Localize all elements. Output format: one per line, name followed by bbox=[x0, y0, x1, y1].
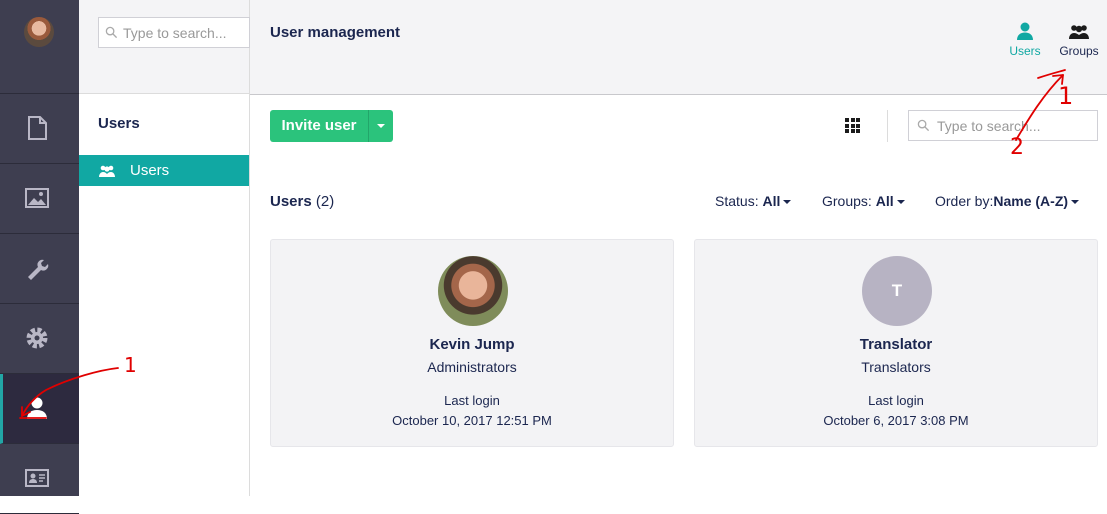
tab-groups[interactable]: Groups bbox=[1055, 22, 1103, 58]
user-group: Administrators bbox=[427, 359, 517, 375]
order-by-filter[interactable]: Order by:Name (A-Z) bbox=[935, 193, 1080, 209]
user-name: Translator bbox=[859, 336, 933, 353]
chevron-down-icon bbox=[783, 200, 792, 205]
user-search-input[interactable] bbox=[937, 116, 1093, 136]
section-rail bbox=[0, 0, 79, 514]
rail-item-members[interactable] bbox=[0, 444, 79, 514]
groups-filter[interactable]: Groups: All bbox=[822, 193, 905, 209]
groups-filter-value: All bbox=[875, 193, 894, 209]
users-group-icon bbox=[99, 165, 115, 177]
chevron-down-icon bbox=[1071, 200, 1080, 205]
list-title: Users (2) bbox=[270, 193, 334, 210]
grid-view-toggle[interactable] bbox=[845, 118, 860, 133]
search-icon bbox=[917, 119, 930, 132]
rail-item-settings[interactable] bbox=[0, 234, 79, 304]
image-icon bbox=[25, 188, 49, 208]
status-filter-value: All bbox=[762, 193, 781, 209]
wrench-icon bbox=[28, 259, 49, 280]
tree-header bbox=[79, 0, 250, 94]
groups-filter-label: Groups: bbox=[822, 193, 872, 209]
list-title-text: Users bbox=[270, 193, 312, 210]
user-card[interactable]: Kevin Jump Administrators Last login Oct… bbox=[270, 239, 674, 447]
search-icon bbox=[105, 26, 118, 39]
tab-users-label: Users bbox=[1009, 44, 1041, 58]
last-login-label: Last login bbox=[868, 393, 924, 408]
tree-search-input[interactable] bbox=[123, 23, 247, 43]
status-filter-label: Status: bbox=[715, 193, 759, 209]
order-by-label: Order by: bbox=[935, 193, 994, 209]
tab-groups-label: Groups bbox=[1059, 44, 1099, 58]
tree-search-box[interactable] bbox=[98, 17, 250, 48]
toolbar-divider bbox=[887, 110, 888, 142]
current-user-avatar[interactable] bbox=[24, 17, 54, 47]
users-group-icon bbox=[1069, 25, 1089, 39]
last-login-date: October 6, 2017 3:08 PM bbox=[823, 413, 969, 428]
tab-users[interactable]: Users bbox=[1007, 22, 1043, 58]
last-login-date: October 10, 2017 12:51 PM bbox=[392, 413, 552, 428]
user-search-box[interactable] bbox=[908, 110, 1098, 141]
invite-options-caret[interactable] bbox=[368, 110, 393, 142]
rail-item-developer[interactable] bbox=[0, 304, 79, 374]
order-by-value: Name (A-Z) bbox=[993, 193, 1069, 209]
tree-section-title: Users bbox=[98, 115, 140, 132]
avatar: T bbox=[862, 256, 932, 326]
document-icon bbox=[28, 116, 47, 140]
user-name: Kevin Jump bbox=[429, 336, 515, 353]
tree-item-label: Users bbox=[130, 162, 170, 179]
rail-item-media[interactable] bbox=[0, 164, 79, 234]
user-icon bbox=[1017, 22, 1033, 40]
gear-icon bbox=[26, 327, 48, 349]
rail-avatar-area bbox=[0, 0, 79, 94]
tree-panel: Users Users bbox=[79, 0, 250, 496]
id-card-icon bbox=[25, 469, 49, 487]
list-count: (2) bbox=[315, 193, 335, 210]
status-filter[interactable]: Status: All bbox=[715, 193, 792, 209]
chevron-down-icon bbox=[896, 200, 905, 205]
tree-item-users[interactable]: Users bbox=[79, 155, 249, 186]
rail-item-content[interactable] bbox=[0, 94, 79, 164]
avatar bbox=[438, 256, 508, 326]
user-icon bbox=[27, 397, 47, 419]
user-card[interactable]: T Translator Translators Last login Octo… bbox=[694, 239, 1098, 447]
invite-user-label: Invite user bbox=[281, 117, 357, 134]
user-group: Translators bbox=[861, 359, 931, 375]
invite-user-button[interactable]: Invite user bbox=[270, 110, 393, 142]
last-login-label: Last login bbox=[444, 393, 500, 408]
page-title: User management bbox=[270, 24, 401, 41]
toolbar: Invite user bbox=[250, 96, 1107, 176]
main-header: User management Users Groups bbox=[250, 0, 1107, 95]
rail-item-users[interactable] bbox=[0, 374, 79, 444]
